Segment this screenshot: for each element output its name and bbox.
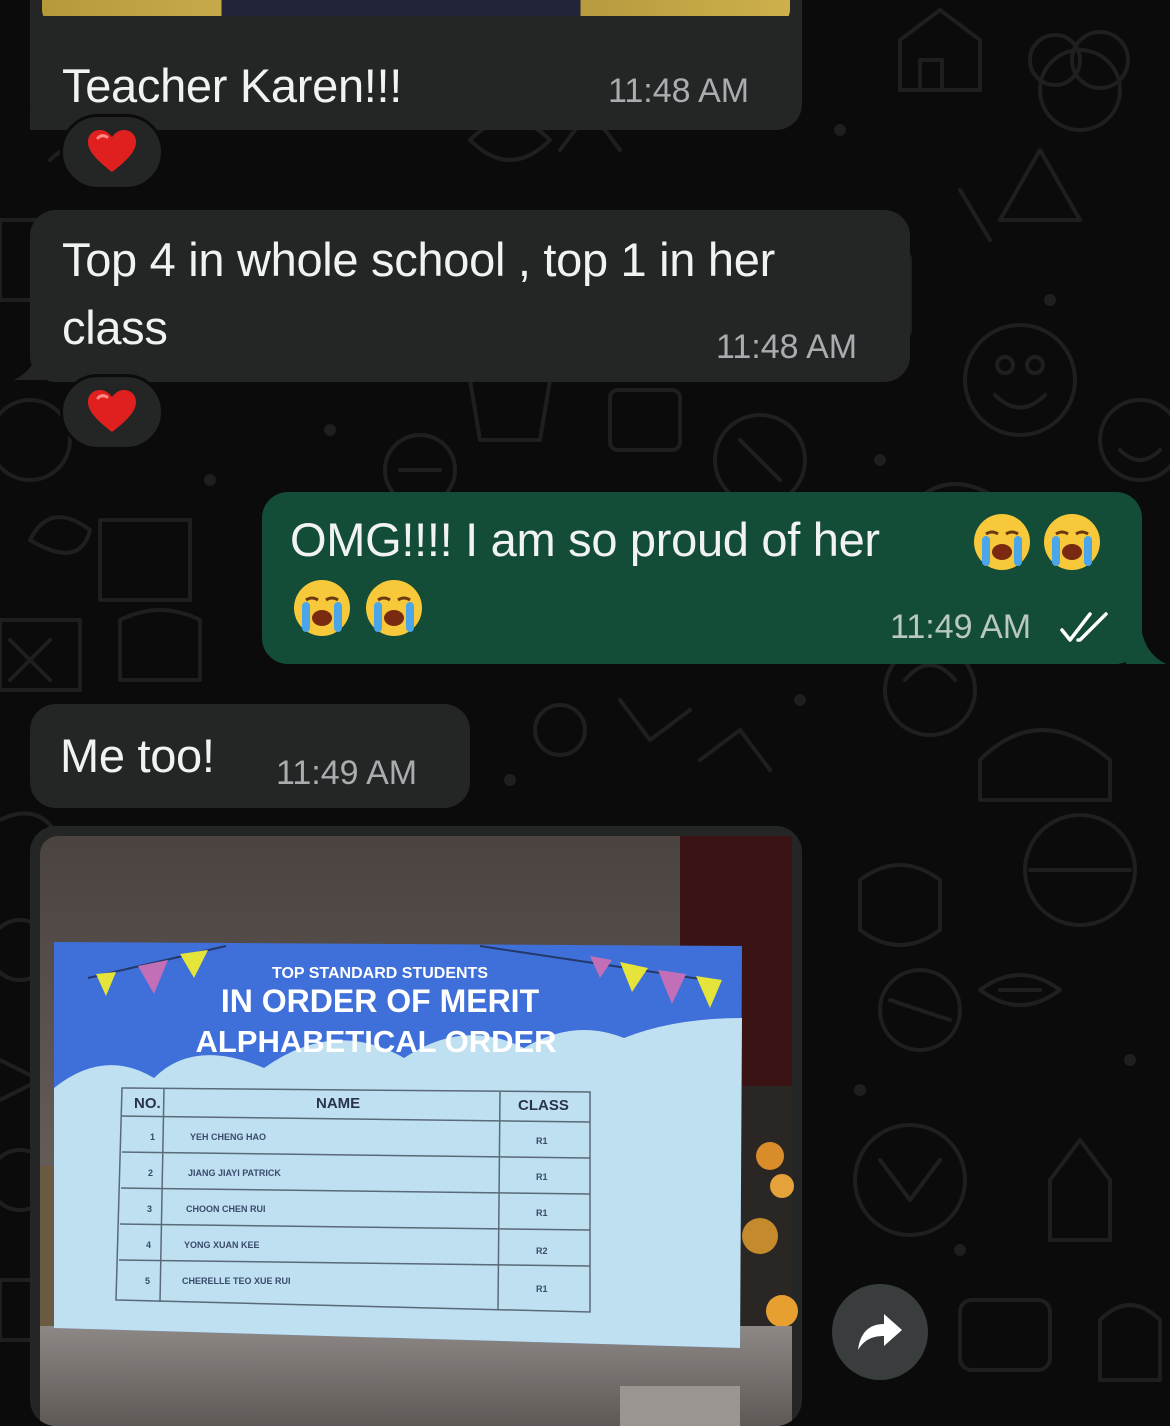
loudly-crying-face-icon	[974, 514, 1030, 570]
table-cell-class: R1	[536, 1172, 548, 1182]
table-cell-class: R2	[536, 1246, 548, 1256]
incoming-message[interactable]: Teacher Karen!!! 11:48 AM	[30, 16, 802, 128]
table-cell-class: R1	[536, 1208, 548, 1218]
column-header-no: NO.	[134, 1095, 161, 1112]
message-reaction[interactable]	[60, 374, 164, 450]
bubble-tail-outgoing	[1126, 632, 1166, 664]
table-cell-name: YONG XUAN KEE	[184, 1240, 260, 1250]
message-time: 11:49 AM	[276, 754, 418, 792]
message-text-line2: class	[62, 301, 168, 354]
red-heart-icon	[88, 390, 136, 432]
message-text: Me too!	[60, 729, 215, 782]
red-heart-icon	[88, 130, 136, 172]
table-cell-no: 5	[145, 1276, 150, 1286]
message-time: 11:48 AM	[716, 328, 858, 366]
loudly-crying-face-icon	[366, 580, 423, 636]
table-cell-name: CHOON CHEN RUI	[186, 1204, 266, 1214]
outgoing-message[interactable]: OMG!!!! I am so proud of her 11:49 AM	[262, 492, 1142, 664]
crying-emoji-row1	[972, 512, 1102, 572]
photo-message[interactable]: TOP STANDARD STUDENTS IN ORDER OF MERIT …	[30, 826, 802, 1426]
table-cell-class: R1	[536, 1136, 548, 1146]
forward-arrow-icon	[858, 1314, 902, 1350]
slide-heading-sub: ALPHABETICAL ORDER	[195, 1024, 556, 1059]
message-time: 11:48 AM	[608, 72, 750, 110]
forward-button[interactable]	[832, 1284, 928, 1380]
double-check-icon	[1060, 612, 1108, 642]
message-time: 11:49 AM	[890, 608, 1032, 646]
table-cell-class: R1	[536, 1284, 548, 1294]
table-cell-no: 3	[147, 1204, 152, 1214]
crying-emoji-row2	[292, 578, 424, 638]
shared-photo[interactable]: TOP STANDARD STUDENTS IN ORDER OF MERIT …	[30, 826, 802, 1426]
column-header-class: CLASS	[518, 1097, 569, 1114]
message-reaction[interactable]	[60, 114, 164, 190]
table-cell-no: 2	[148, 1168, 153, 1178]
incoming-message[interactable]: Me too! 11:49 AM	[30, 704, 470, 808]
table-cell-no: 4	[146, 1240, 151, 1250]
table-cell-name: CHERELLE TEO XUE RUI	[182, 1276, 291, 1286]
bubble-tail-incoming	[14, 350, 54, 380]
table-cell-no: 1	[150, 1132, 155, 1142]
column-header-name: NAME	[316, 1095, 360, 1112]
slide-heading-main: IN ORDER OF MERIT	[221, 983, 540, 1019]
loudly-crying-face-icon	[1044, 514, 1101, 570]
message-text: Teacher Karen!!!	[62, 59, 403, 112]
slide-heading-small: TOP STANDARD STUDENTS	[272, 965, 488, 982]
message-text-line1: OMG!!!! I am so proud of her	[290, 513, 880, 566]
table-cell-name: JIANG JIAYI PATRICK	[188, 1168, 281, 1178]
loudly-crying-face-icon	[294, 580, 350, 636]
table-cell-name: YEH CHENG HAO	[190, 1132, 266, 1142]
message-text-line1: Top 4 in whole school , top 1 in her	[62, 233, 775, 286]
incoming-message[interactable]: Top 4 in whole school , top 1 in her cla…	[30, 210, 910, 382]
